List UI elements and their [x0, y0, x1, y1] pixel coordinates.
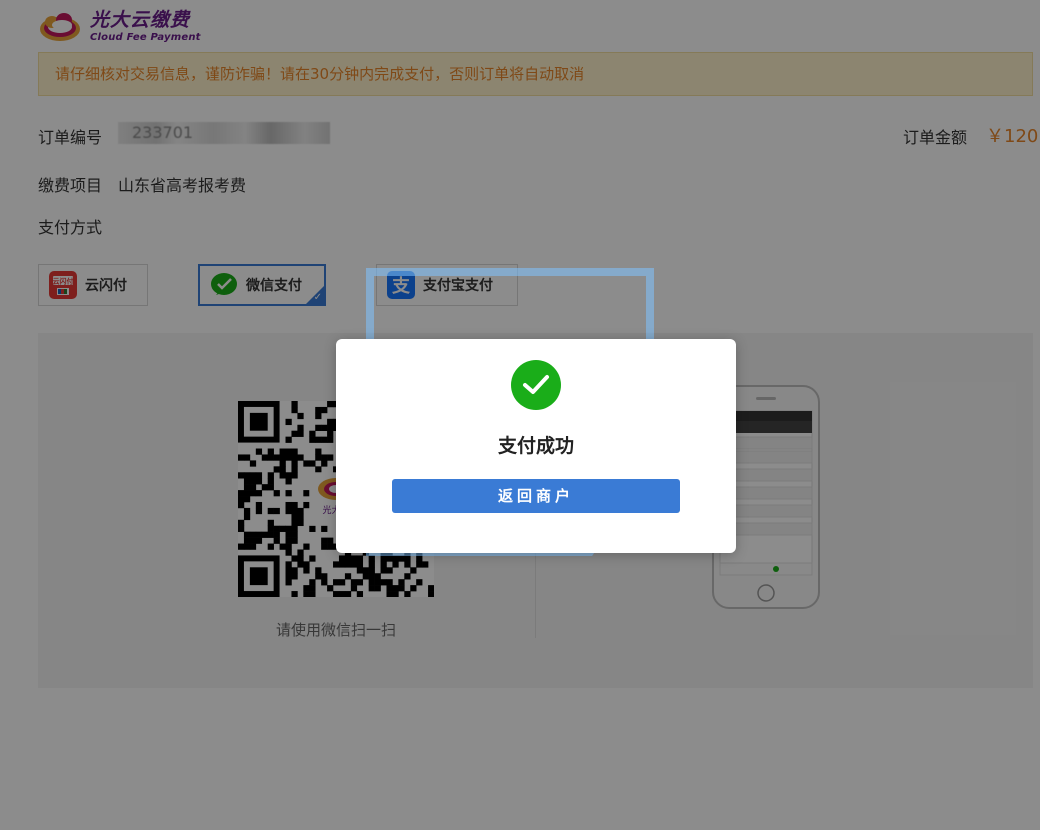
return-to-merchant-button[interactable]: 返回商户 — [392, 479, 680, 513]
success-check-icon — [511, 360, 561, 410]
payment-success-dialog: 支付成功 返回商户 — [336, 339, 736, 553]
payment-page: 光大云缴费 Cloud Fee Payment 请仔细核对交易信息，谨防诈骗！请… — [0, 0, 1040, 830]
dialog-title: 支付成功 — [497, 435, 574, 457]
